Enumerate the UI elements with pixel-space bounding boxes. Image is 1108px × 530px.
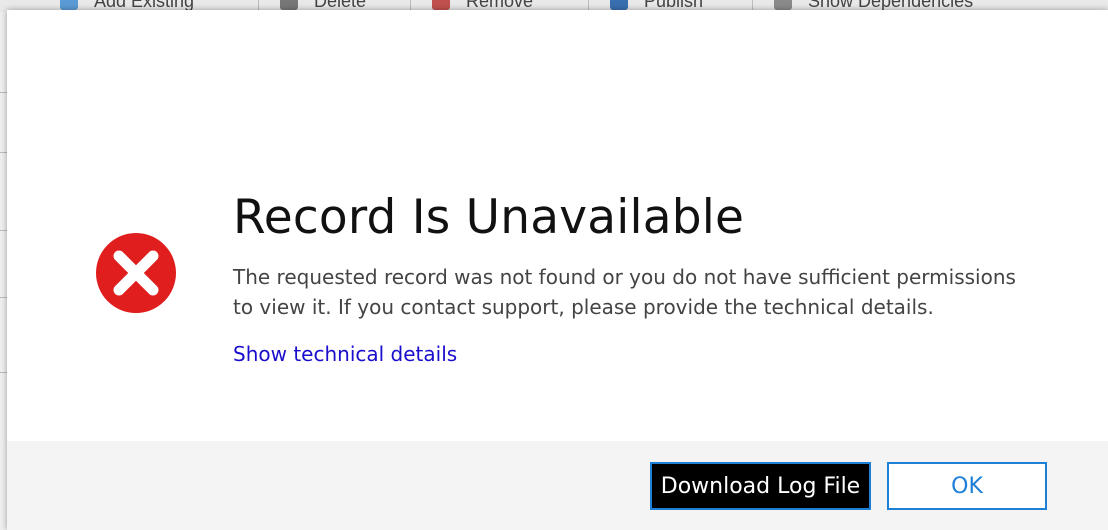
add-existing-icon bbox=[60, 0, 78, 10]
panel-divider bbox=[0, 230, 7, 231]
error-icon bbox=[95, 232, 177, 314]
ok-button[interactable]: OK bbox=[887, 462, 1047, 510]
delete-icon bbox=[280, 0, 298, 10]
show-technical-details-link[interactable]: Show technical details bbox=[233, 342, 457, 366]
dialog-title: Record Is Unavailable bbox=[233, 190, 745, 245]
publish-icon bbox=[610, 0, 628, 10]
dialog-message: The requested record was not found or yo… bbox=[233, 265, 1016, 319]
dependencies-icon bbox=[774, 0, 792, 10]
remove-icon bbox=[432, 0, 450, 10]
error-dialog: Record Is Unavailable The requested reco… bbox=[7, 10, 1108, 530]
panel-divider bbox=[0, 152, 7, 153]
panel-divider bbox=[0, 297, 7, 298]
download-log-file-button[interactable]: Download Log File bbox=[650, 462, 871, 510]
panel-divider bbox=[0, 92, 7, 93]
dialog-footer: Download Log File OK bbox=[7, 441, 1108, 530]
panel-divider bbox=[0, 372, 7, 373]
